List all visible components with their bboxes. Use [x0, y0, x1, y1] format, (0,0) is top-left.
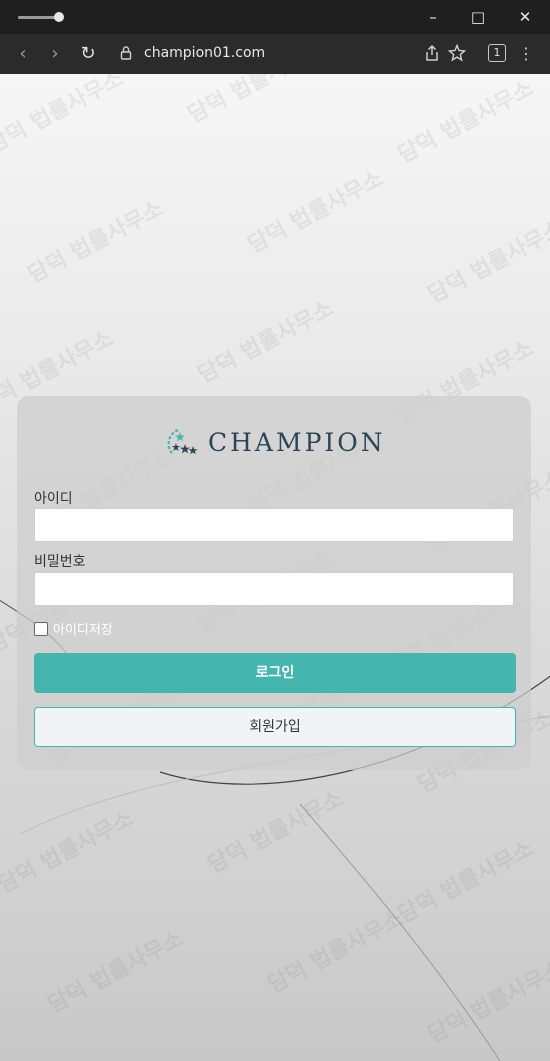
address-bar[interactable]: champion01.com: [144, 45, 265, 61]
lock-icon[interactable]: [120, 45, 132, 61]
bookmark-icon[interactable]: [448, 44, 466, 62]
tabs-icon[interactable]: 1: [488, 44, 506, 62]
share-icon[interactable]: [424, 44, 440, 62]
minimize-icon[interactable]: –: [423, 7, 443, 27]
login-card: CHAMPION 아이디 비밀번호 아이디저장 로그인 회원가입: [17, 396, 531, 770]
champion-logo: CHAMPION: [164, 426, 384, 460]
signup-button[interactable]: 회원가입: [34, 707, 516, 747]
browser-toolbar: ‹ › ↻ champion01.com 1 ⋮: [0, 34, 550, 74]
remember-id-checkbox[interactable]: [34, 622, 48, 636]
id-input[interactable]: [34, 508, 514, 542]
remember-id-label[interactable]: 아이디저장: [53, 619, 113, 638]
password-label: 비밀번호: [34, 554, 86, 570]
window-titlebar: – □ ✕: [0, 0, 550, 34]
menu-icon[interactable]: ⋮: [515, 44, 537, 64]
close-icon[interactable]: ✕: [515, 7, 535, 27]
forward-icon[interactable]: ›: [44, 44, 66, 64]
login-button[interactable]: 로그인: [34, 653, 516, 693]
back-icon[interactable]: ‹: [12, 44, 34, 64]
logo-text: CHAMPION: [208, 428, 386, 457]
reload-icon[interactable]: ↻: [77, 44, 99, 64]
maximize-icon[interactable]: □: [468, 7, 488, 27]
stars-logo-icon: [167, 428, 198, 455]
zoom-slider-knob[interactable]: [54, 12, 64, 22]
page-viewport: 담덕 법률사무소 담덕 법률사무소 담덕 법률사무소 담덕 법률사무소 담덕 법…: [0, 74, 550, 1061]
password-input[interactable]: [34, 572, 514, 606]
id-label: 아이디: [34, 491, 73, 507]
